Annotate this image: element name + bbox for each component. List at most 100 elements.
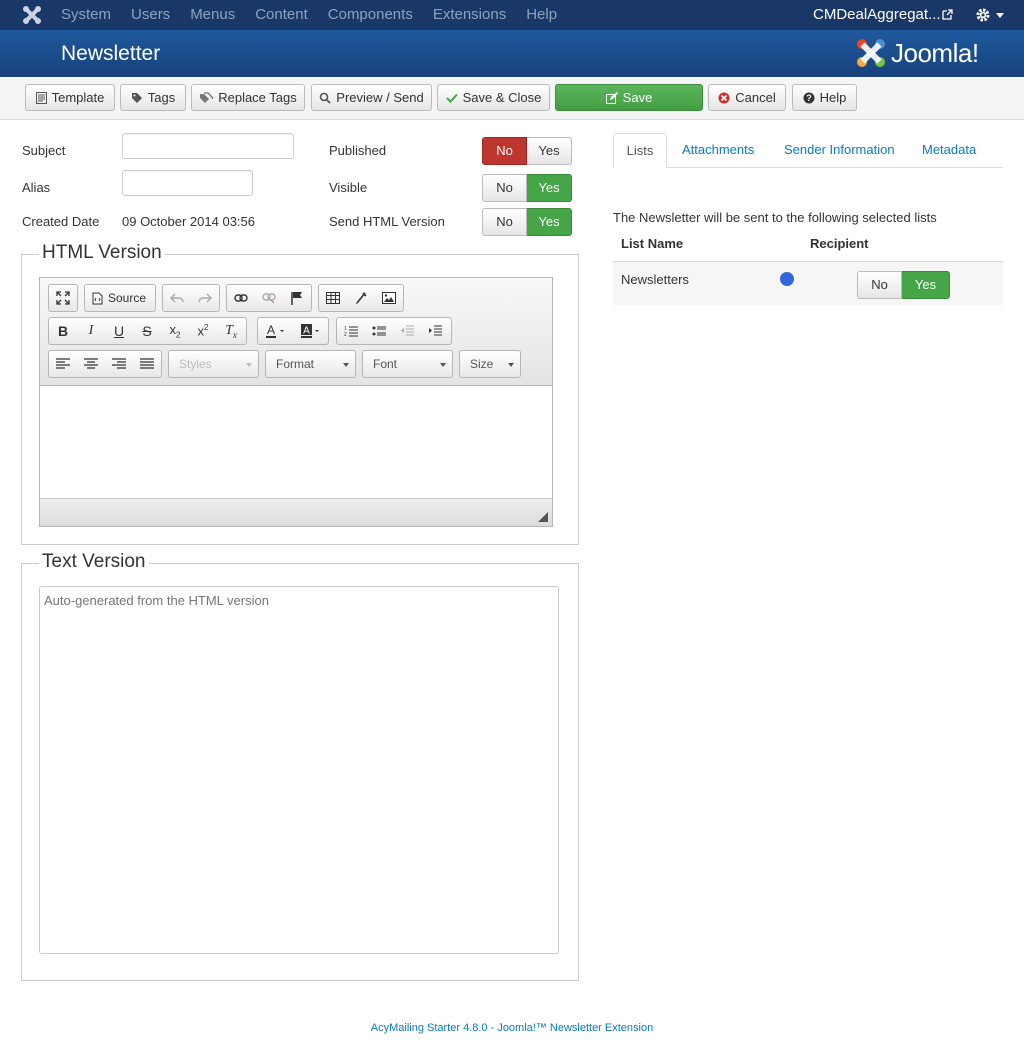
numbered-list-icon[interactable]: 12 bbox=[337, 318, 365, 344]
text-color-icon[interactable]: A bbox=[258, 318, 293, 344]
unlink-icon[interactable] bbox=[255, 285, 283, 311]
send-html-label: Send HTML Version bbox=[329, 214, 445, 229]
tab-lists[interactable]: Lists bbox=[613, 133, 667, 168]
strikethrough-icon[interactable]: S bbox=[133, 318, 161, 344]
tags-label: Tags bbox=[147, 90, 176, 105]
menu-components[interactable]: Components bbox=[328, 0, 413, 30]
published-label: Published bbox=[329, 143, 387, 158]
special-char-icon[interactable] bbox=[347, 285, 375, 311]
save-button[interactable]: Save bbox=[555, 84, 703, 111]
tags-button[interactable]: Tags bbox=[120, 84, 186, 111]
send-html-no-button[interactable]: No bbox=[482, 208, 527, 236]
published-yes-button[interactable]: Yes bbox=[527, 137, 572, 165]
published-toggle: No Yes bbox=[482, 137, 572, 165]
justify-icon[interactable] bbox=[133, 351, 161, 377]
bold-icon[interactable]: B bbox=[49, 318, 77, 344]
anchor-flag-icon[interactable] bbox=[283, 285, 311, 311]
lists-intro-text: The Newsletter will be sent to the follo… bbox=[613, 210, 937, 225]
underline-icon[interactable]: U bbox=[105, 318, 133, 344]
resize-handle-icon[interactable] bbox=[538, 512, 548, 522]
text-version-legend: Text Version bbox=[39, 551, 149, 573]
remove-format-icon[interactable]: Tx bbox=[217, 318, 245, 344]
font-label: Font bbox=[373, 357, 398, 371]
joomla-logo-icon[interactable] bbox=[22, 5, 42, 25]
send-html-toggle: No Yes bbox=[482, 208, 572, 236]
align-group bbox=[48, 350, 162, 378]
chevron-down-icon[interactable] bbox=[996, 13, 1004, 18]
joomla-brand-text: Joomla! bbox=[891, 37, 979, 68]
html-editor: Source B I U S x2 x2 Tx A A 1 2 Styles F… bbox=[39, 277, 553, 527]
template-button[interactable]: Template bbox=[25, 84, 115, 111]
indent-icon[interactable] bbox=[421, 318, 449, 344]
outdent-icon[interactable] bbox=[393, 318, 421, 344]
subscript-icon[interactable]: x2 bbox=[161, 318, 189, 344]
superscript-icon[interactable]: x2 bbox=[189, 318, 217, 344]
visible-no-button[interactable]: No bbox=[482, 174, 527, 202]
alias-input[interactable] bbox=[122, 170, 253, 196]
top-navbar: System Users Menus Content Components Ex… bbox=[0, 0, 1024, 30]
list-color-dot bbox=[780, 272, 794, 286]
image-icon[interactable] bbox=[375, 285, 403, 311]
help-icon: ? bbox=[803, 92, 815, 103]
replace-tags-button[interactable]: Replace Tags bbox=[191, 84, 305, 111]
cancel-button[interactable]: Cancel bbox=[708, 84, 786, 111]
menu-help[interactable]: Help bbox=[526, 0, 557, 30]
redo-icon[interactable] bbox=[191, 285, 219, 311]
menu-users[interactable]: Users bbox=[131, 0, 170, 30]
save-close-button[interactable]: Save & Close bbox=[437, 84, 550, 111]
menu-menus[interactable]: Menus bbox=[190, 0, 235, 30]
search-icon bbox=[319, 92, 331, 104]
source-button[interactable]: Source bbox=[84, 284, 156, 312]
chevron-down-icon bbox=[343, 363, 349, 367]
tab-attachments[interactable]: Attachments bbox=[682, 133, 754, 168]
format-dropdown[interactable]: Format bbox=[265, 350, 356, 378]
link-icon[interactable] bbox=[227, 285, 255, 311]
cancel-icon bbox=[718, 92, 730, 103]
replace-tags-icon bbox=[200, 92, 214, 103]
align-left-icon[interactable] bbox=[49, 351, 77, 377]
editor-content-area[interactable] bbox=[40, 387, 552, 498]
preview-send-button[interactable]: Preview / Send bbox=[311, 84, 432, 111]
align-right-icon[interactable] bbox=[105, 351, 133, 377]
subject-input[interactable] bbox=[122, 133, 294, 159]
tag-icon bbox=[131, 92, 142, 103]
size-dropdown[interactable]: Size bbox=[459, 350, 521, 378]
html-version-legend: HTML Version bbox=[39, 242, 165, 264]
external-link-icon bbox=[942, 9, 953, 20]
help-button[interactable]: ? Help bbox=[792, 84, 857, 111]
template-label: Template bbox=[51, 90, 105, 105]
table-icon[interactable] bbox=[319, 285, 347, 311]
background-color-icon[interactable]: A bbox=[293, 318, 328, 344]
preview-send-label: Preview / Send bbox=[336, 90, 424, 105]
svg-text:?: ? bbox=[806, 93, 812, 103]
align-center-icon[interactable] bbox=[77, 351, 105, 377]
published-no-button[interactable]: No bbox=[482, 137, 527, 165]
site-name-link[interactable]: CMDealAggregat... bbox=[813, 0, 941, 30]
undo-icon[interactable] bbox=[163, 285, 191, 311]
maximize-icon[interactable] bbox=[49, 285, 77, 311]
tab-metadata[interactable]: Metadata bbox=[922, 133, 976, 168]
visible-yes-button[interactable]: Yes bbox=[527, 174, 572, 202]
styles-dropdown[interactable]: Styles bbox=[168, 350, 259, 378]
color-group: A A bbox=[257, 317, 329, 345]
link-group bbox=[226, 284, 312, 312]
visible-toggle: No Yes bbox=[482, 174, 572, 202]
maximize-group bbox=[48, 284, 78, 312]
menu-extensions[interactable]: Extensions bbox=[433, 0, 506, 30]
editor-statusbar bbox=[40, 498, 552, 526]
chevron-down-icon bbox=[440, 363, 446, 367]
gear-icon[interactable] bbox=[975, 7, 991, 23]
font-dropdown[interactable]: Font bbox=[362, 350, 453, 378]
footer-link[interactable]: AcyMailing Starter 4.8.0 - Joomla!™ News… bbox=[0, 1022, 1024, 1034]
menu-system[interactable]: System bbox=[61, 0, 111, 30]
bulleted-list-icon[interactable] bbox=[365, 318, 393, 344]
send-html-yes-button[interactable]: Yes bbox=[527, 208, 572, 236]
tab-sender-information[interactable]: Sender Information bbox=[784, 133, 895, 168]
table-row: Newsletters No Yes bbox=[613, 261, 1003, 305]
menu-content[interactable]: Content bbox=[255, 0, 308, 30]
italic-icon[interactable]: I bbox=[77, 318, 105, 344]
recipient-toggle: No Yes bbox=[857, 271, 950, 299]
recipient-no-button[interactable]: No bbox=[857, 271, 902, 299]
text-version-textarea[interactable] bbox=[39, 586, 559, 954]
recipient-yes-button[interactable]: Yes bbox=[902, 271, 950, 299]
